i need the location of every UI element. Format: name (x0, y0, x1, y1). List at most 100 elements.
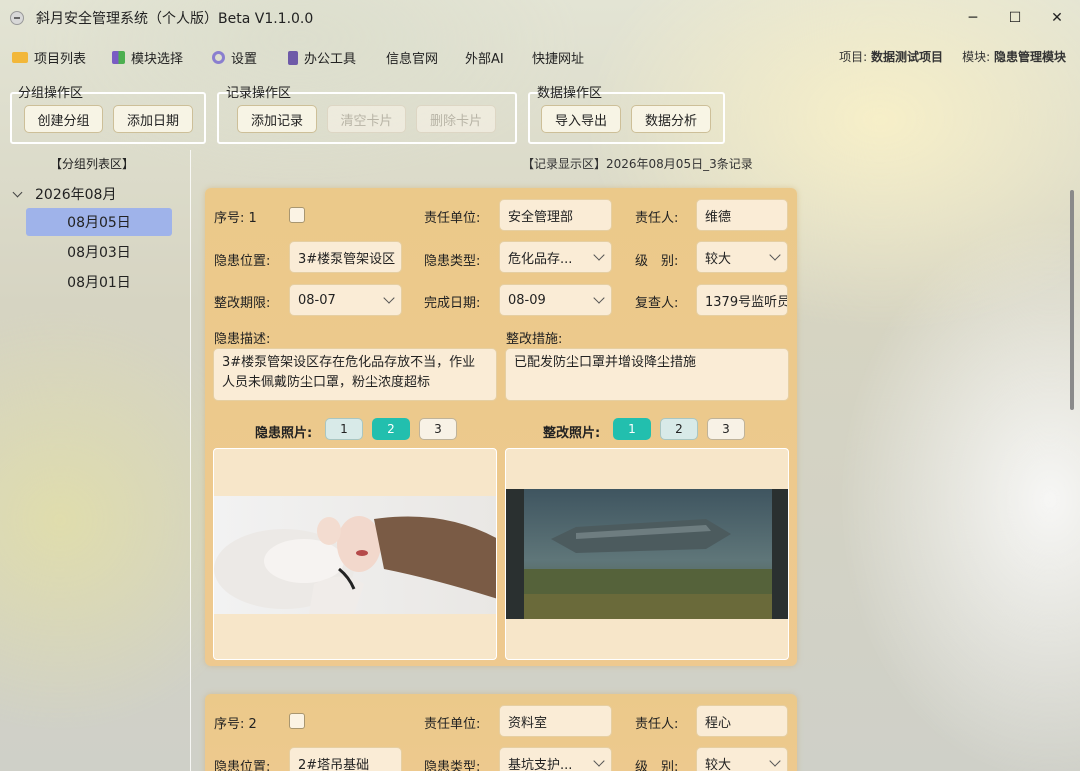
data-ops-title: 数据操作区 (537, 86, 603, 101)
unit-label: 责任单位: (424, 717, 481, 732)
record-ops-title: 记录操作区 (226, 86, 292, 101)
project-info: 项目: 数据测试项目 模块: 隐患管理模块 (839, 48, 1066, 65)
unit-field[interactable]: 资料室 (499, 705, 612, 737)
location-field[interactable]: 2#塔吊基础 (289, 747, 402, 771)
hazard-photo-page-button[interactable]: 2 (372, 418, 410, 440)
level-label: 级 别: (635, 760, 679, 771)
add-record-button[interactable]: 添加记录 (237, 105, 317, 133)
seq-value: 1 (248, 211, 257, 226)
type-select-value: 危化品存... (508, 251, 573, 267)
menu-quick-links[interactable]: 快捷网址 (532, 48, 584, 67)
menu-item-label: 外部AI (465, 52, 504, 67)
chevron-down-icon (593, 292, 605, 304)
tree-item-date[interactable]: 08月03日 (26, 238, 172, 266)
person-field[interactable]: 维德 (696, 199, 788, 231)
import-export-button[interactable]: 导入导出 (541, 105, 621, 133)
done-date-select[interactable]: 08-09 (499, 284, 612, 316)
level-select-value: 较大 (705, 251, 732, 267)
module-value: 隐患管理模块 (993, 50, 1066, 64)
data-analysis-button[interactable]: 数据分析 (631, 105, 711, 133)
module-label: 模块: (962, 50, 991, 64)
menu-item-label: 快捷网址 (532, 52, 585, 67)
window-title: 斜月安全管理系统（个人版）Beta V1.1.0.0 (36, 11, 314, 27)
chevron-down-icon (383, 292, 395, 304)
deadline-select[interactable]: 08-07 (289, 284, 402, 316)
tree-root-label: 2026年08月 (35, 187, 117, 203)
hazard-photo-image (214, 496, 496, 614)
project-label: 项目: (839, 50, 868, 64)
reviewer-label: 复查人: (635, 296, 679, 311)
level-select-value: 较大 (705, 757, 732, 771)
done-date-label: 完成日期: (424, 296, 481, 311)
app-logo-icon (10, 11, 24, 25)
person-field[interactable]: 程心 (696, 705, 788, 737)
seq-label: 序号: 2 (214, 717, 257, 732)
tree-root-month[interactable]: 2026年08月 (12, 184, 117, 204)
location-label: 隐患位置: (214, 760, 271, 771)
settings-icon (212, 51, 225, 64)
reviewer-field[interactable]: 1379号监听员 (696, 284, 788, 316)
group-list-title: 【分组列表区】 (50, 157, 135, 171)
unit-field[interactable]: 安全管理部 (499, 199, 612, 231)
location-field[interactable]: 3#楼泵管架设区 (289, 241, 402, 273)
type-select[interactable]: 危化品存... (499, 241, 612, 273)
fix-photo-page-button[interactable]: 2 (660, 418, 698, 440)
fix-photo-frame[interactable] (505, 448, 789, 660)
create-group-button[interactable]: 创建分组 (24, 105, 103, 133)
hazard-photo-page-button[interactable]: 1 (325, 418, 363, 440)
tree-item-date[interactable]: 08月01日 (26, 268, 172, 296)
type-label: 隐患类型: (424, 254, 481, 269)
clear-cards-button[interactable]: 清空卡片 (327, 105, 406, 133)
hazard-photo-page-button[interactable]: 3 (419, 418, 457, 440)
tools-icon (288, 50, 298, 65)
type-select-value: 基坑支护... (508, 757, 573, 771)
level-select[interactable]: 较大 (696, 241, 788, 273)
menu-settings[interactable]: 设置 (212, 48, 257, 67)
fix-photo-image (506, 489, 788, 619)
chevron-down-icon (593, 755, 605, 767)
measure-label: 整改措施: (506, 332, 563, 347)
menu-bar: 项目列表 模块选择 设置 办公工具 信息官网 外部AI 快捷网址 项目: 数据测… (0, 40, 1080, 72)
minimize-button[interactable]: ─ (950, 0, 996, 36)
menu-item-label: 办公工具 (304, 52, 357, 67)
chevron-down-icon (769, 755, 781, 767)
chevron-down-icon (769, 249, 781, 261)
deadline-select-value: 08-07 (298, 292, 336, 308)
close-button[interactable]: ✕ (1034, 0, 1080, 36)
type-label: 隐患类型: (424, 760, 481, 771)
tree-item-date[interactable]: 08月05日 (26, 208, 172, 236)
records-scrollbar[interactable] (1070, 190, 1074, 410)
group-ops-title: 分组操作区 (18, 86, 84, 101)
folder-icon (12, 52, 28, 63)
level-select[interactable]: 较大 (696, 747, 788, 771)
menu-item-label: 项目列表 (34, 52, 87, 67)
person-label: 责任人: (635, 717, 679, 732)
hazard-photo-frame[interactable] (213, 448, 497, 660)
done-date-select-value: 08-09 (508, 292, 546, 308)
menu-office-tools[interactable]: 办公工具 (288, 48, 356, 67)
fix-photo-page-button[interactable]: 1 (613, 418, 651, 440)
seq-value: 2 (248, 717, 257, 732)
record-card: 序号: 1 责任单位: 安全管理部 责任人: 维德 隐患位置: 3#楼泵管架设区… (205, 188, 797, 666)
unit-label: 责任单位: (424, 211, 481, 226)
record-select-checkbox[interactable] (289, 713, 305, 729)
panel-divider (190, 150, 191, 771)
menu-item-label: 模块选择 (131, 52, 184, 67)
record-select-checkbox[interactable] (289, 207, 305, 223)
chevron-down-icon (12, 187, 23, 197)
maximize-button[interactable]: ☐ (992, 0, 1038, 36)
menu-module-select[interactable]: 模块选择 (112, 48, 183, 67)
type-select[interactable]: 基坑支护... (499, 747, 612, 771)
desc-textarea[interactable]: 3#楼泵管架设区存在危化品存放不当，作业人员未佩戴防尘口罩，粉尘浓度超标 (213, 348, 497, 401)
module-icon (112, 51, 125, 64)
fix-photo-page-button[interactable]: 3 (707, 418, 745, 440)
measure-textarea[interactable]: 已配发防尘口罩并增设降尘措施 (505, 348, 789, 401)
menu-project-list[interactable]: 项目列表 (12, 48, 86, 67)
add-date-button[interactable]: 添加日期 (113, 105, 193, 133)
menu-official-site[interactable]: 信息官网 (386, 48, 438, 67)
seq-label: 序号: 1 (214, 211, 257, 226)
menu-external-ai[interactable]: 外部AI (465, 48, 504, 67)
delete-card-button[interactable]: 删除卡片 (416, 105, 496, 133)
hazard-photo-label: 隐患照片: (255, 426, 313, 441)
menu-item-label: 设置 (231, 52, 258, 67)
